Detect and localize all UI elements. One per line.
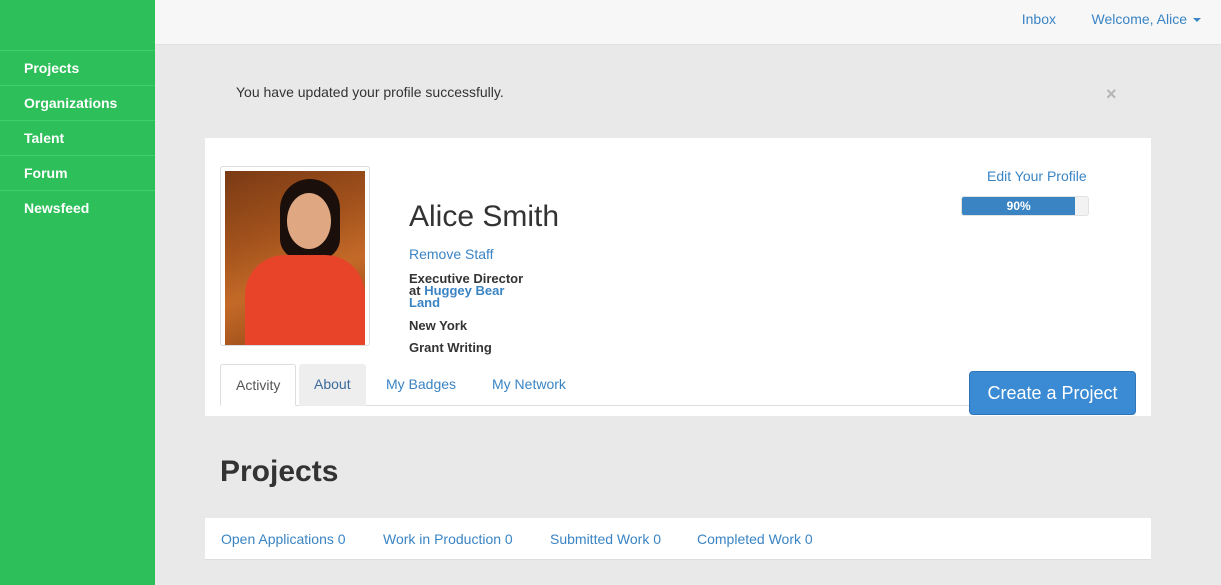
remove-staff-link[interactable]: Remove Staff xyxy=(409,246,494,262)
welcome-label: Welcome, Alice xyxy=(1091,11,1187,27)
projects-heading: Projects xyxy=(220,455,339,488)
profile-photo xyxy=(225,171,365,345)
tab-activity[interactable]: Activity xyxy=(220,364,297,406)
sidebar-item-forum[interactable]: Forum xyxy=(0,155,155,190)
submitted-work-link[interactable]: Submitted Work 0 xyxy=(550,531,661,547)
profile-photo-frame xyxy=(220,166,370,346)
sidebar-nav: Projects Organizations Talent Forum News… xyxy=(0,50,155,225)
sidebar-item-newsfeed[interactable]: Newsfeed xyxy=(0,190,155,225)
sidebar-item-organizations[interactable]: Organizations xyxy=(0,85,155,120)
profile-completion-fill: 90% xyxy=(962,197,1076,215)
inbox-link[interactable]: Inbox xyxy=(1022,11,1056,27)
tab-my-network[interactable]: My Network xyxy=(477,364,581,406)
work-in-production-link[interactable]: Work in Production 0 xyxy=(383,531,513,547)
tab-about[interactable]: About xyxy=(299,364,366,406)
open-applications-link[interactable]: Open Applications 0 xyxy=(221,531,346,547)
completed-work-link[interactable]: Completed Work 0 xyxy=(697,531,813,547)
close-icon[interactable]: × xyxy=(1106,84,1117,105)
sidebar-item-projects[interactable]: Projects xyxy=(0,50,155,85)
sidebar: Projects Organizations Talent Forum News… xyxy=(0,0,155,585)
tab-my-badges[interactable]: My Badges xyxy=(371,364,471,406)
profile-name: Alice Smith xyxy=(409,200,560,233)
create-project-button[interactable]: Create a Project xyxy=(969,371,1136,415)
profile-completion-bar: 90% xyxy=(961,196,1089,216)
success-alert: You have updated your profile successful… xyxy=(236,84,504,100)
profile-location: New York xyxy=(409,318,468,333)
profile-tabs: Activity About My Badges My Network xyxy=(220,364,980,406)
edit-profile-link[interactable]: Edit Your Profile xyxy=(987,168,1087,184)
user-menu-dropdown[interactable]: Welcome, Alice xyxy=(1092,11,1201,27)
top-bar: Inbox Welcome, Alice xyxy=(155,0,1221,45)
profile-role: Executive Director at Huggey Bear Land xyxy=(409,272,539,310)
profile-card: Alice Smith Remove Staff Executive Direc… xyxy=(205,138,1151,416)
caret-down-icon xyxy=(1193,18,1201,23)
project-status-bar: Open Applications 0 Work in Production 0… xyxy=(205,518,1151,560)
organization-link[interactable]: Huggey Bear Land xyxy=(409,283,504,310)
profile-skill: Grant Writing xyxy=(409,340,492,355)
sidebar-item-talent[interactable]: Talent xyxy=(0,120,155,155)
